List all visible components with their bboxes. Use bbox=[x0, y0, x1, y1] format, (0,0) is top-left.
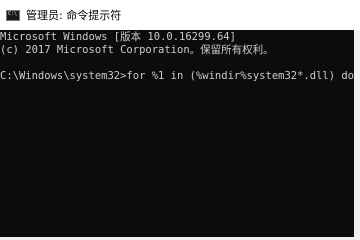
vertical-scrollbar[interactable] bbox=[354, 30, 360, 237]
cmd-icon[interactable]: C:\ bbox=[6, 9, 20, 21]
command-prompt-window: C:\ 管理员: 命令提示符 Microsoft Windows [版本 10.… bbox=[0, 0, 360, 240]
title-bar[interactable]: C:\ 管理员: 命令提示符 bbox=[0, 0, 360, 30]
window-title: 管理员: 命令提示符 bbox=[26, 9, 122, 22]
console-line-copyright: (c) 2017 Microsoft Corporation。保留所有权利。 bbox=[0, 44, 274, 56]
console-line-version: Microsoft Windows [版本 10.0.16299.64] bbox=[0, 31, 236, 43]
console-output[interactable]: Microsoft Windows [版本 10.0.16299.64] (c)… bbox=[0, 30, 354, 237]
console-line-command: C:\Windows\system32>for %1 in (%windir%s… bbox=[0, 70, 354, 82]
